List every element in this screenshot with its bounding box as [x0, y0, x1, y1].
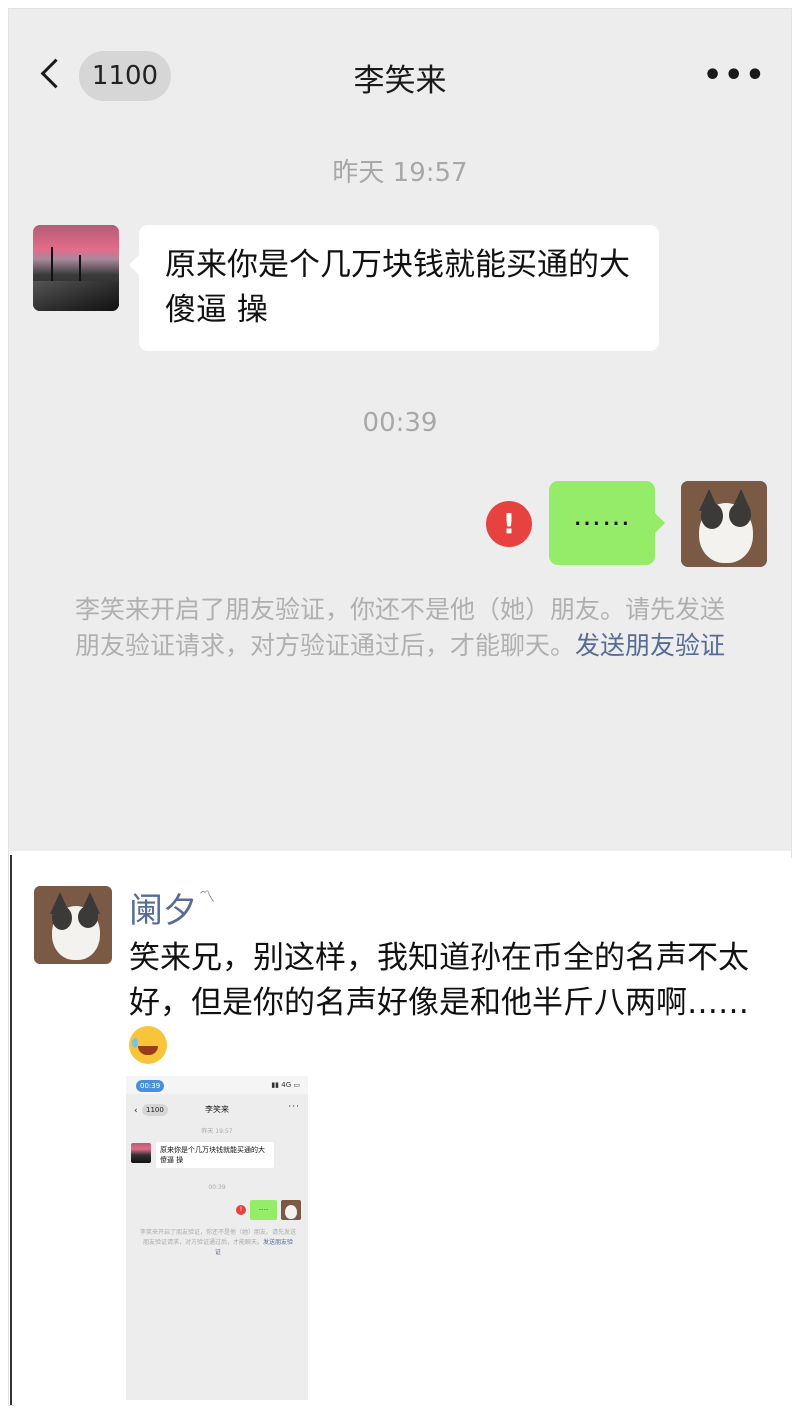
network-type: 4G — [281, 1081, 292, 1089]
comment-post: 阑夕〽 笑来兄，别这样，我知道孙在币全的名声不太好，但是你的名声好像是和他半斤八… — [14, 858, 792, 1406]
thumb-incoming-message: 原来你是个几万块钱就能买通的大傻逼 操 — [156, 1142, 274, 1168]
signal-indicator: ▮▮ 4G ▭ — [271, 1081, 300, 1089]
commenter-avatar[interactable] — [34, 886, 112, 964]
thumb-timestamp: 00:39 — [208, 1184, 226, 1191]
timestamp: 昨天 19:57 — [332, 158, 468, 188]
outgoing-message-bubble[interactable]: …… — [549, 481, 665, 565]
thumb-outgoing-message: …… — [250, 1200, 277, 1220]
status-bar: 00:39 ▮▮ 4G ▭ — [126, 1076, 308, 1094]
send-verification-link[interactable]: 发送朋友验证 — [575, 631, 725, 660]
screenshot-thumbnail[interactable]: 00:39 ▮▮ 4G ▭ ‹ 1100 李笑来 ··· 昨天 19:57 原来… — [126, 1076, 308, 1400]
thumb-timestamp: 昨天 19:57 — [201, 1128, 233, 1135]
comment-body: 笑来兄，别这样，我知道孙在币全的名声不太好，但是你的名声好像是和他半斤八两啊…… — [129, 940, 749, 1021]
more-icon[interactable]: ••• — [703, 61, 765, 91]
decoration-icon: 〽 — [199, 887, 216, 906]
contact-avatar[interactable] — [33, 225, 119, 311]
thumb-user-avatar — [281, 1200, 301, 1220]
chat-title: 李笑来 — [353, 63, 447, 99]
send-failed-icon[interactable]: ! — [486, 501, 532, 547]
commenter-name-text: 阑夕 — [129, 891, 197, 931]
status-time: 00:39 — [136, 1080, 165, 1092]
thumb-system-notice: 李笑来开启了朋友验证，你还不是他（她）朋友。请先发送朋友验证请求，对方验证通过后… — [140, 1228, 296, 1258]
laughing-crying-face-icon — [129, 1026, 167, 1064]
system-notice: 李笑来开启了朋友验证，你还不是他（她）朋友。请先发送朋友验证请求，对方验证通过后… — [69, 592, 731, 664]
timestamp: 00:39 — [362, 408, 438, 438]
user-avatar[interactable] — [681, 481, 767, 567]
thumb-contact-avatar — [131, 1143, 151, 1163]
thumb-title: 李笑来 — [205, 1105, 229, 1114]
chat-header: 1100 李笑来 ••• — [9, 9, 791, 145]
commenter-name[interactable]: 阑夕〽 — [129, 883, 215, 932]
comment-text: 笑来兄，别这样，我知道孙在币全的名声不太好，但是你的名声好像是和他半斤八两啊…… — [129, 936, 749, 1071]
thumb-error-icon: ! — [236, 1205, 246, 1215]
incoming-message-bubble[interactable]: 原来你是个几万块钱就能买通的大傻逼 操 — [129, 225, 659, 351]
more-icon: ··· — [288, 1102, 300, 1112]
chat-screen: 1100 李笑来 ••• 昨天 19:57 原来你是个几万块钱就能买通的大傻逼 … — [9, 9, 791, 851]
divider — [10, 855, 12, 1405]
